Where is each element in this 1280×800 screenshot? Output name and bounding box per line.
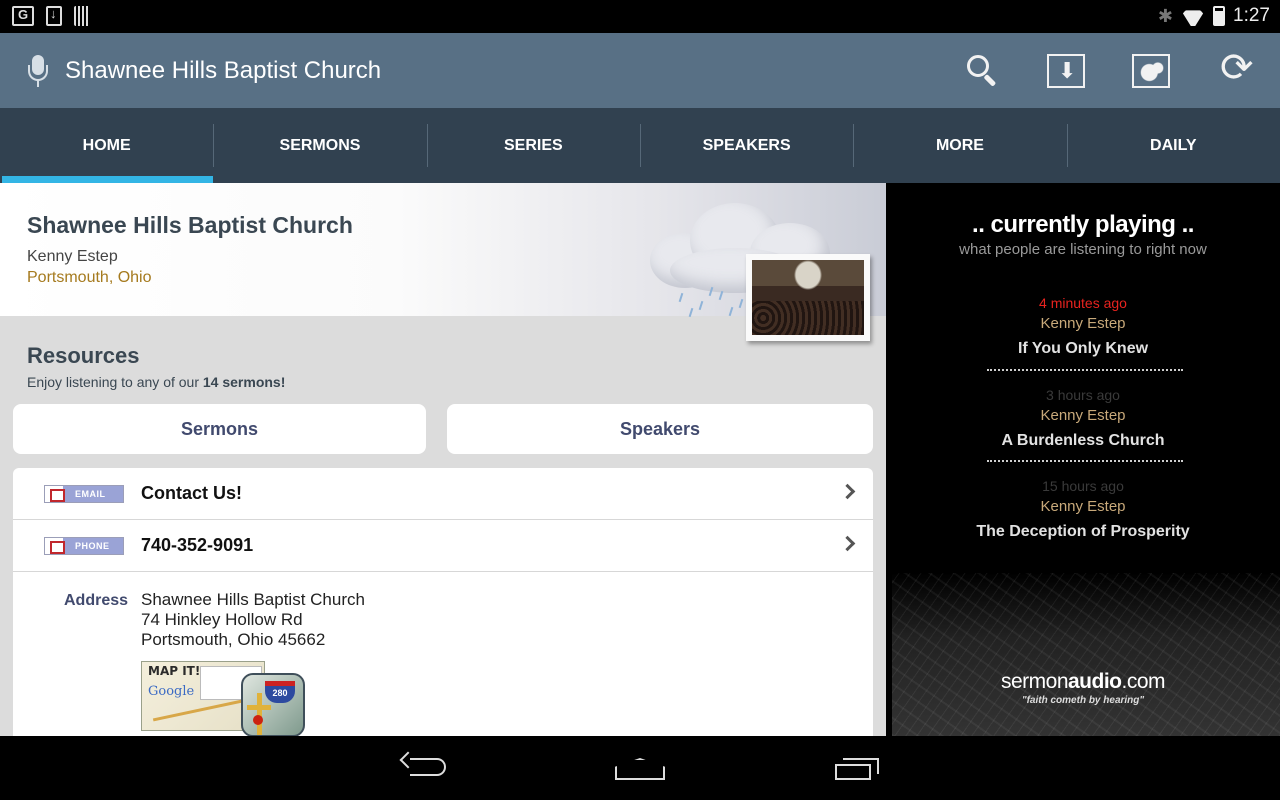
contact-list: EMAIL Contact Us! PHONE 740-352-9091 Add…: [13, 468, 873, 736]
sermon-speaker: Kenny Estep: [1040, 315, 1126, 332]
home-icon[interactable]: [615, 758, 665, 782]
divider: [987, 369, 1183, 371]
resources-heading: Resources: [27, 343, 140, 368]
email-badge-icon: EMAIL: [44, 485, 124, 503]
system-nav-bar: [0, 736, 1280, 800]
world-map-icon[interactable]: [1132, 54, 1170, 88]
directions-icon[interactable]: 280: [241, 673, 305, 736]
sermon-speaker: Kenny Estep: [1040, 407, 1126, 424]
wifi-icon: [1181, 6, 1205, 26]
microphone-icon[interactable]: [28, 55, 48, 87]
main-content: Shawnee Hills Baptist Church Kenny Estep…: [0, 183, 886, 736]
chevron-right-icon: [839, 483, 856, 500]
gallery-notification-icon: [12, 6, 34, 26]
tab-series[interactable]: SERIES: [426, 108, 640, 183]
tab-more[interactable]: MORE: [853, 108, 1066, 183]
tab-home[interactable]: HOME: [0, 108, 214, 183]
now-playing-item[interactable]: 3 hours ago Kenny Estep A Burdenless Chu…: [886, 387, 1280, 450]
tab-bar: HOME SERMONS SERIES SPEAKERS MORE DAILY: [0, 108, 1280, 183]
address-line-1: Shawnee Hills Baptist Church: [141, 590, 365, 609]
background-texture: [892, 573, 1280, 736]
sermonaudio-logo[interactable]: sermonaudio.com: [886, 670, 1280, 694]
tab-daily[interactable]: DAILY: [1066, 108, 1280, 183]
address-line-3: Portsmouth, Ohio 45662: [141, 630, 326, 649]
email-label: Contact Us!: [141, 483, 243, 503]
now-playing-subtitle: what people are listening to right now: [959, 241, 1207, 258]
status-bar: ✱ 1:27: [0, 0, 1280, 33]
sermon-title: If You Only Knew: [1017, 340, 1149, 357]
status-clock: 1:27: [1233, 5, 1270, 26]
address-label: Address: [64, 592, 129, 609]
recent-apps-icon[interactable]: [835, 758, 879, 780]
now-playing-item[interactable]: 15 hours ago Kenny Estep The Deception o…: [886, 478, 1280, 541]
phone-badge-icon: PHONE: [44, 537, 124, 555]
barcode-notification-icon: [74, 6, 90, 26]
now-playing-item[interactable]: 4 minutes ago Kenny Estep If You Only Kn…: [886, 295, 1280, 358]
pastor-name[interactable]: Kenny Estep: [27, 248, 118, 266]
search-icon[interactable]: [963, 51, 1003, 91]
battery-icon: [1213, 6, 1226, 26]
app-title: Shawnee Hills Baptist Church: [65, 57, 382, 84]
back-icon[interactable]: [399, 751, 448, 782]
phone-row[interactable]: PHONE 740-352-9091: [13, 520, 873, 572]
phone-label: 740-352-9091: [141, 535, 254, 555]
played-time: 3 hours ago: [1046, 387, 1120, 403]
church-photo[interactable]: [746, 254, 870, 341]
played-time: 4 minutes ago: [1039, 295, 1127, 311]
sermonaudio-tagline: "faith cometh by hearing": [1021, 695, 1145, 706]
address-line-2: 74 Hinkley Hollow Rd: [141, 610, 303, 629]
sermon-title: A Burdenless Church: [1001, 432, 1165, 449]
sermon-count: 14 sermons!: [202, 374, 286, 390]
download-icon[interactable]: [1047, 54, 1085, 88]
resources-subtitle: Enjoy listening to any of our 14 sermons…: [27, 374, 286, 390]
bluetooth-icon: ✱: [1157, 5, 1174, 26]
now-playing-title: .. currently playing ..: [972, 211, 1194, 238]
played-time: 15 hours ago: [1042, 478, 1124, 494]
action-bar: Shawnee Hills Baptist Church: [0, 33, 1280, 108]
refresh-icon[interactable]: [1218, 45, 1258, 91]
sermon-speaker: Kenny Estep: [1040, 498, 1126, 515]
tab-sermons[interactable]: SERMONS: [213, 108, 426, 183]
tab-speakers[interactable]: SPEAKERS: [639, 108, 853, 183]
divider: [987, 460, 1183, 462]
sermons-button[interactable]: Sermons: [13, 404, 426, 454]
sermon-title: The Deception of Prosperity: [976, 523, 1190, 540]
church-name: Shawnee Hills Baptist Church: [27, 212, 353, 238]
chevron-right-icon: [839, 535, 856, 552]
download-notification-icon: [46, 6, 62, 26]
email-row[interactable]: EMAIL Contact Us!: [13, 468, 873, 520]
now-playing-panel: .. currently playing .. what people are …: [886, 183, 1280, 736]
speakers-button[interactable]: Speakers: [447, 404, 873, 454]
church-location[interactable]: Portsmouth, Ohio: [27, 269, 152, 287]
